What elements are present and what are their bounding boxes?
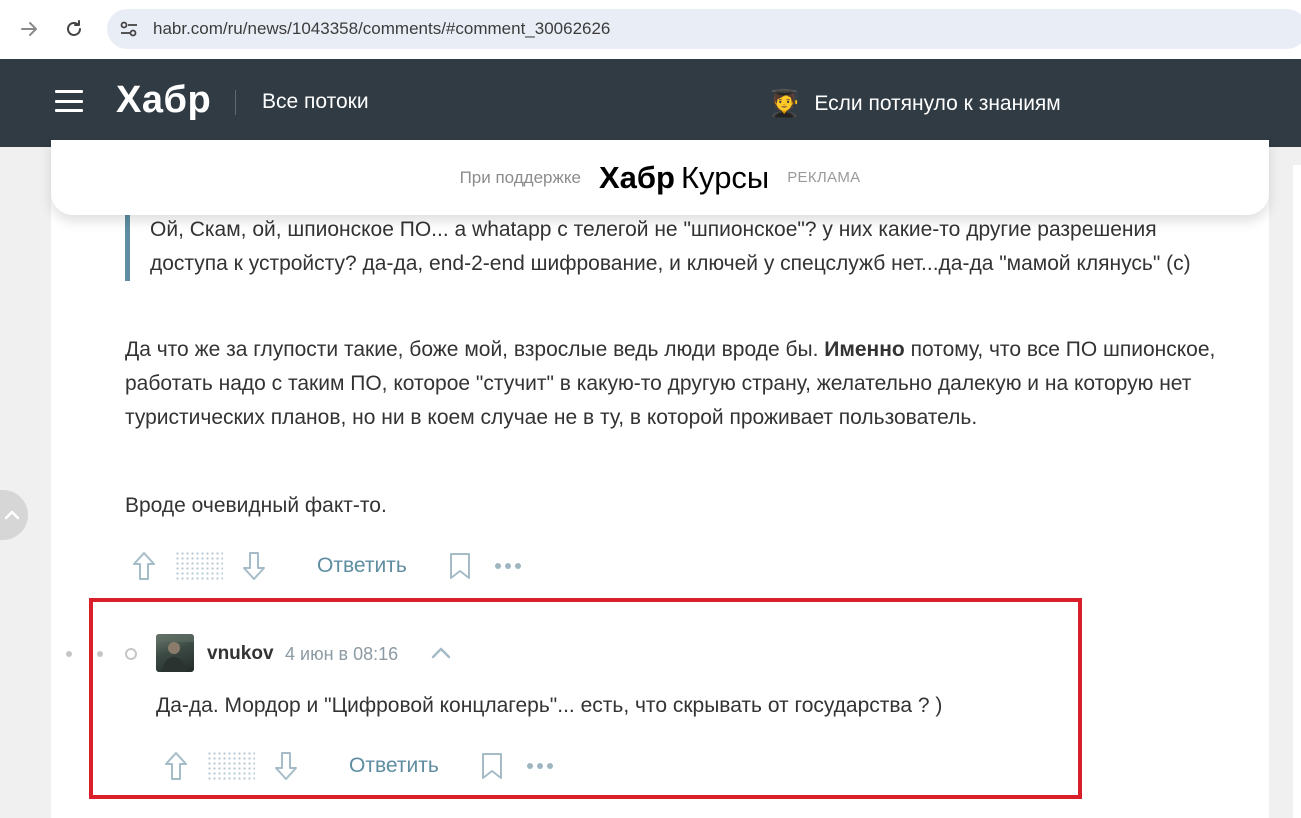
forward-button[interactable] <box>16 15 44 43</box>
vote-score <box>175 551 223 581</box>
highlight-frame <box>89 598 1082 799</box>
browser-toolbar: habr.com/ru/news/1043358/comments/#comme… <box>0 0 1301 59</box>
more-dot-icon <box>504 563 511 569</box>
quote-block: Ой, Скам, ой, шпионское ПО... а whatapp … <box>125 213 1215 281</box>
bookmark-button[interactable] <box>447 550 473 582</box>
header-divider <box>235 90 236 115</box>
arrow-right-icon <box>21 22 37 36</box>
comment-text-bold: Именно <box>824 338 905 361</box>
sponsor-label: При поддержке <box>459 167 581 187</box>
reload-button[interactable] <box>60 15 88 43</box>
hamburger-icon-line <box>55 99 83 103</box>
downvote-button[interactable] <box>241 550 267 582</box>
comment-paragraph: Да что же за глупости такие, боже мой, в… <box>125 333 1225 435</box>
tune-icon <box>120 21 137 37</box>
menu-button[interactable] <box>55 90 83 112</box>
reply-button[interactable]: Ответить <box>317 554 407 578</box>
sponsor-brand: Хабр <box>598 159 675 195</box>
url-text: habr.com/ru/news/1043358/comments/#comme… <box>153 19 611 38</box>
reload-icon <box>67 20 81 36</box>
comment-text: Да что же за глупости такие, боже мой, в… <box>125 338 825 361</box>
bookmark-icon <box>449 553 470 579</box>
site-header: Хабр Все потоки 🧑‍🎓 Если потянуло к знан… <box>0 59 1301 147</box>
more-dot-icon <box>494 563 501 569</box>
ad-label: РЕКЛАМА <box>787 169 861 186</box>
hamburger-icon-line <box>55 109 83 112</box>
sponsor-banner[interactable]: При поддержке Хабр Курсы РЕКЛАМА <box>51 140 1269 215</box>
comment-paragraph: Вроде очевидный факт-то. <box>125 494 387 517</box>
promo-text: Если потянуло к знаниям <box>814 91 1061 115</box>
all-flows-link[interactable]: Все потоки <box>262 90 369 114</box>
upvote-button[interactable] <box>131 550 157 582</box>
student-icon: 🧑‍🎓 <box>768 88 801 118</box>
sponsor-product: Курсы <box>680 159 770 195</box>
comment-actions: Ответить <box>131 550 521 582</box>
arrow-down-icon <box>243 552 265 580</box>
thread-level-dot <box>66 651 72 657</box>
address-bar[interactable]: habr.com/ru/news/1043358/comments/#comme… <box>107 9 1301 49</box>
more-button[interactable] <box>494 563 521 569</box>
promo-link[interactable]: 🧑‍🎓 Если потянуло к знаниям <box>768 88 1061 119</box>
hamburger-icon-line <box>55 90 83 93</box>
arrow-up-icon <box>133 552 155 580</box>
chevron-up-icon <box>4 510 20 520</box>
sidebar-edge <box>1293 165 1301 818</box>
site-settings-button[interactable] <box>119 19 139 39</box>
more-dot-icon <box>514 563 521 569</box>
site-logo[interactable]: Хабр <box>116 79 211 122</box>
scroll-top-button[interactable] <box>0 490 28 540</box>
